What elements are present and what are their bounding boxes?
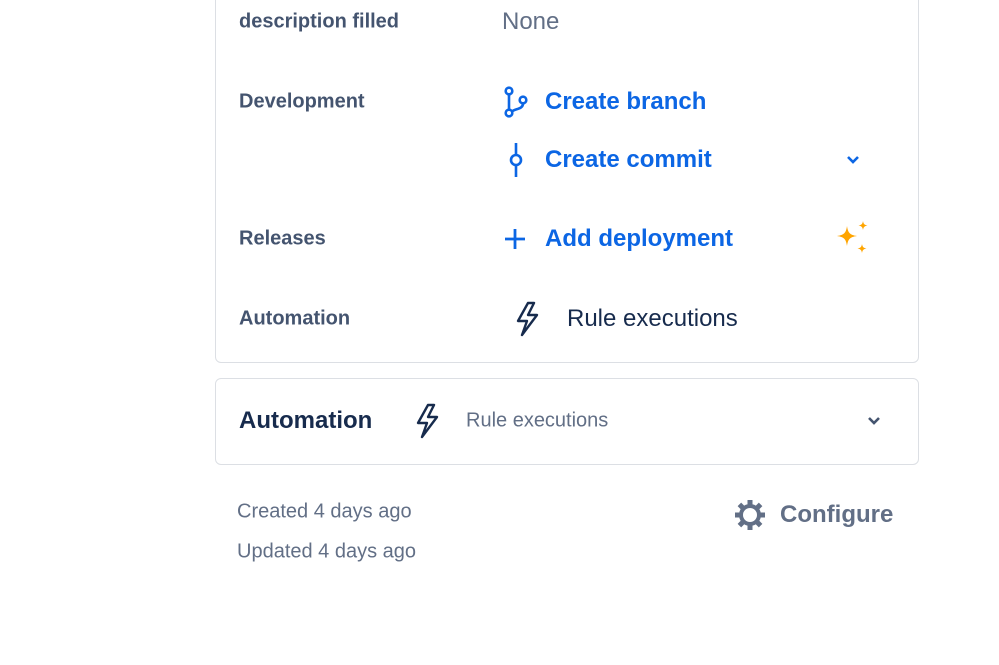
updated-timestamp: Updated 4 days ago [237,540,417,563]
description-filled-value: None [502,8,560,35]
configure-button[interactable]: Configure [780,501,893,529]
chevron-down-icon[interactable] [866,415,882,427]
gear-icon[interactable] [733,498,767,532]
automation-panel-title: Automation [239,407,373,434]
add-deployment-link[interactable]: Add deployment [545,225,733,253]
plus-icon [505,229,525,249]
description-filled-label: description filled [239,10,400,33]
lightning-icon [416,403,439,439]
development-label: Development [239,90,365,113]
create-branch-link[interactable]: Create branch [545,88,706,116]
chevron-down-icon[interactable] [845,154,861,166]
automation-panel-value: Rule executions [466,409,609,432]
releases-label: Releases [239,227,326,250]
ai-sparkle-icon[interactable] [833,220,871,258]
rule-executions-value[interactable]: Rule executions [567,305,738,333]
branch-icon [504,86,528,118]
automation-label: Automation [239,307,351,330]
create-commit-link[interactable]: Create commit [545,146,712,174]
lightning-icon [516,301,539,337]
commit-icon [509,143,523,177]
created-timestamp: Created 4 days ago [237,500,412,523]
